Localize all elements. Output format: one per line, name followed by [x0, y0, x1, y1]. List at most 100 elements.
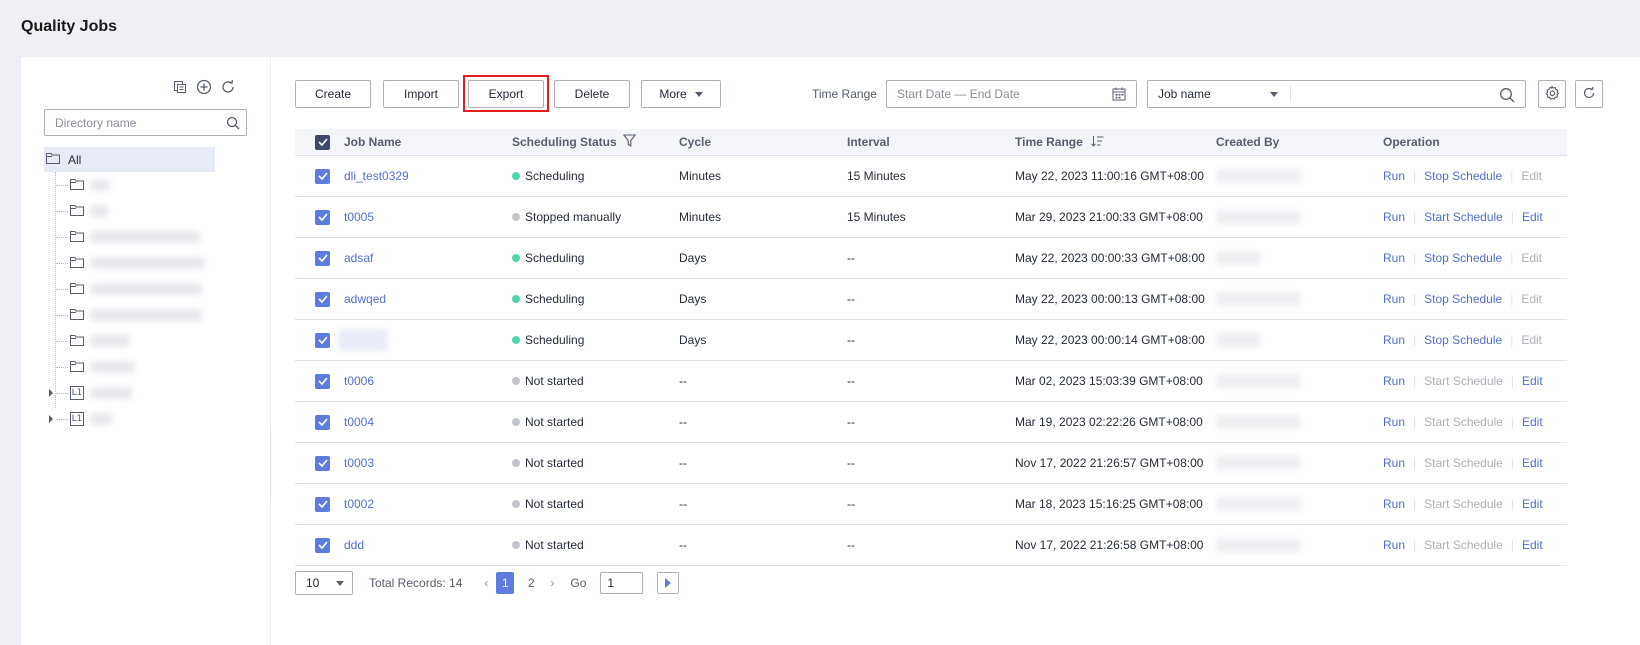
next-page-icon[interactable]: › — [550, 576, 554, 590]
job-name-link[interactable]: t0005 — [344, 210, 512, 224]
job-name-link[interactable]: t0004 — [344, 415, 512, 429]
edit-link[interactable]: Edit — [1521, 292, 1542, 306]
tree-folder-item[interactable] — [44, 354, 234, 380]
run-link[interactable]: Run — [1383, 251, 1405, 265]
chevron-down-icon — [1270, 91, 1278, 97]
run-link[interactable]: Run — [1383, 292, 1405, 306]
row-checkbox[interactable] — [315, 168, 330, 184]
go-page-button[interactable] — [657, 572, 680, 594]
more-dropdown[interactable]: More — [641, 80, 721, 108]
run-link[interactable]: Run — [1383, 169, 1405, 183]
tree-root-all[interactable]: All — [44, 147, 215, 172]
row-checkbox[interactable] — [315, 291, 330, 307]
expand-arrow-icon[interactable] — [49, 415, 53, 423]
page-number-2[interactable]: 2 — [522, 572, 540, 594]
job-name-link[interactable]: dli_test0329 — [344, 169, 512, 183]
row-checkbox[interactable] — [315, 250, 330, 266]
delete-button[interactable]: Delete — [554, 80, 630, 108]
tree-l1-item[interactable]: L1 — [44, 380, 234, 406]
run-link[interactable]: Run — [1383, 210, 1405, 224]
add-circle-icon[interactable] — [196, 79, 212, 95]
row-checkbox[interactable] — [315, 332, 330, 348]
row-checkbox[interactable] — [315, 537, 330, 553]
search-icon[interactable] — [1499, 87, 1515, 106]
job-name-link[interactable]: t0006 — [344, 374, 512, 388]
schedule-link[interactable]: Stop Schedule — [1424, 251, 1502, 265]
job-name-link[interactable]: adsaf — [344, 251, 512, 265]
row-checkbox[interactable] — [315, 414, 330, 430]
date-range-picker[interactable]: Start Date — End Date — [886, 80, 1137, 108]
redacted-folder-name — [90, 387, 132, 399]
schedule-link[interactable]: Start Schedule — [1424, 374, 1503, 388]
run-link[interactable]: Run — [1383, 456, 1405, 470]
job-name-link[interactable]: t0002 — [344, 497, 512, 511]
edit-link[interactable]: Edit — [1522, 538, 1543, 552]
row-checkbox[interactable] — [315, 209, 330, 225]
export-button[interactable]: Export — [468, 80, 544, 108]
refresh-icon[interactable] — [220, 79, 236, 95]
edit-link[interactable]: Edit — [1522, 497, 1543, 511]
schedule-link[interactable]: Start Schedule — [1424, 456, 1503, 470]
go-page-input[interactable]: 1 — [600, 572, 644, 594]
copy-icon[interactable] — [172, 79, 188, 95]
page-number-1[interactable]: 1 — [496, 572, 515, 594]
settings-button[interactable] — [1538, 80, 1566, 108]
row-checkbox[interactable] — [315, 373, 330, 389]
run-link[interactable]: Run — [1383, 497, 1405, 511]
filter-icon[interactable] — [622, 134, 637, 150]
schedule-link[interactable]: Stop Schedule — [1424, 292, 1502, 306]
tree-l1-item[interactable]: L1 — [44, 406, 234, 432]
edit-link[interactable]: Edit — [1522, 415, 1543, 429]
header-time-range-label: Time Range — [1015, 135, 1083, 149]
tree-folder-item[interactable] — [44, 172, 234, 198]
interval-cell: -- — [847, 538, 855, 552]
schedule-link[interactable]: Stop Schedule — [1424, 333, 1502, 347]
toolbar: Create Import Export Delete More Time Ra… — [295, 75, 1640, 112]
edit-link[interactable]: Edit — [1522, 456, 1543, 470]
row-checkbox[interactable] — [315, 496, 330, 512]
edit-link[interactable]: Edit — [1522, 210, 1543, 224]
job-name-link[interactable]: t0003 — [344, 456, 512, 470]
tree-folder-item[interactable] — [44, 250, 234, 276]
header-scheduling-status-label: Scheduling Status — [512, 135, 617, 149]
run-link[interactable]: Run — [1383, 415, 1405, 429]
tree-folder-item[interactable] — [44, 302, 234, 328]
schedule-link[interactable]: Start Schedule — [1424, 538, 1503, 552]
row-checkbox[interactable] — [315, 455, 330, 471]
edit-link[interactable]: Edit — [1521, 333, 1542, 347]
calendar-icon[interactable] — [1112, 87, 1126, 104]
job-name-link[interactable]: ddd — [344, 538, 512, 552]
schedule-link[interactable]: Start Schedule — [1424, 210, 1503, 224]
directory-search-input[interactable] — [45, 110, 220, 135]
schedule-link[interactable]: Start Schedule — [1424, 415, 1503, 429]
run-link[interactable]: Run — [1383, 538, 1405, 552]
status-text: Stopped manually — [525, 210, 622, 224]
import-button[interactable]: Import — [383, 80, 459, 108]
job-name-link[interactable]: adwqed — [344, 292, 512, 306]
prev-page-icon[interactable]: ‹ — [484, 576, 488, 590]
run-link[interactable]: Run — [1383, 333, 1405, 347]
select-all-checkbox[interactable] — [315, 134, 330, 150]
folder-icon — [70, 308, 84, 323]
expand-arrow-icon[interactable] — [49, 389, 53, 397]
run-link[interactable]: Run — [1383, 374, 1405, 388]
schedule-link[interactable]: Start Schedule — [1424, 497, 1503, 511]
time-range-cell: Nov 17, 2022 21:26:57 GMT+08:00 — [1015, 456, 1204, 470]
redacted-folder-name — [90, 205, 108, 217]
tree-folder-item[interactable] — [44, 198, 234, 224]
page-size-select[interactable]: 10 — [295, 571, 353, 595]
edit-link[interactable]: Edit — [1521, 169, 1542, 183]
schedule-link[interactable]: Stop Schedule — [1424, 169, 1502, 183]
directory-tree: All L1 L1 — [44, 147, 234, 432]
tree-folder-item[interactable] — [44, 328, 234, 354]
redacted-folder-name — [90, 179, 110, 191]
create-button[interactable]: Create — [295, 80, 371, 108]
sort-icon[interactable] — [1090, 135, 1104, 150]
edit-link[interactable]: Edit — [1522, 374, 1543, 388]
edit-link[interactable]: Edit — [1521, 251, 1542, 265]
filter-field-select[interactable]: Job name — [1148, 86, 1291, 102]
refresh-button[interactable] — [1575, 80, 1603, 108]
tree-folder-item[interactable] — [44, 224, 234, 250]
search-icon[interactable] — [220, 116, 246, 130]
tree-folder-item[interactable] — [44, 276, 234, 302]
